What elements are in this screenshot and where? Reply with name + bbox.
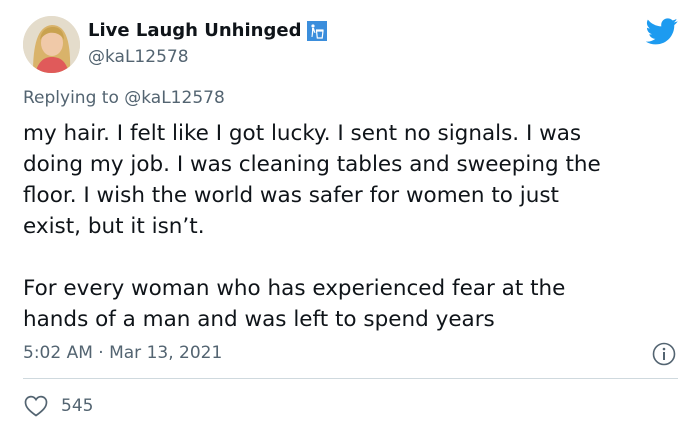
tweet-body-line: exist, but it isn’t. bbox=[23, 214, 205, 239]
author-name-row[interactable]: Live Laugh Unhinged bbox=[88, 20, 328, 41]
trash-person-icon bbox=[307, 20, 328, 41]
like-count: 545 bbox=[61, 396, 94, 416]
info-icon[interactable] bbox=[651, 341, 677, 367]
twitter-bird-icon[interactable] bbox=[646, 18, 678, 45]
heart-outline-icon[interactable] bbox=[23, 394, 49, 418]
author-display-name[interactable]: Live Laugh Unhinged bbox=[88, 20, 301, 41]
replying-to-label: Replying to bbox=[23, 88, 119, 108]
author-handle[interactable]: @kaL12578 bbox=[88, 47, 189, 67]
tweet-body-line: my hair. I felt like I got lucky. I sent… bbox=[23, 121, 582, 146]
tweet-body-line: doing my job. I was cleaning tables and … bbox=[23, 152, 601, 177]
tweet-body-line: For every woman who has experienced fear… bbox=[23, 276, 566, 301]
divider bbox=[23, 378, 678, 379]
tweet-body-line: floor. I wish the world was safer for wo… bbox=[23, 183, 559, 208]
tweet-body: my hair. I felt like I got lucky. I sent… bbox=[23, 118, 683, 335]
replying-to-line: Replying to @kaL12578 bbox=[23, 88, 225, 108]
tweet-timestamp[interactable]: 5:02 AM · Mar 13, 2021 bbox=[23, 343, 222, 363]
tweet-card: Live Laugh Unhinged @kaL12578 Replying t… bbox=[0, 0, 700, 433]
tweet-body-line: hands of a man and was left to spend yea… bbox=[23, 307, 495, 332]
profile-photo bbox=[23, 16, 80, 73]
avatar[interactable] bbox=[23, 16, 80, 73]
reply-mention-link[interactable]: @kaL12578 bbox=[124, 88, 225, 108]
